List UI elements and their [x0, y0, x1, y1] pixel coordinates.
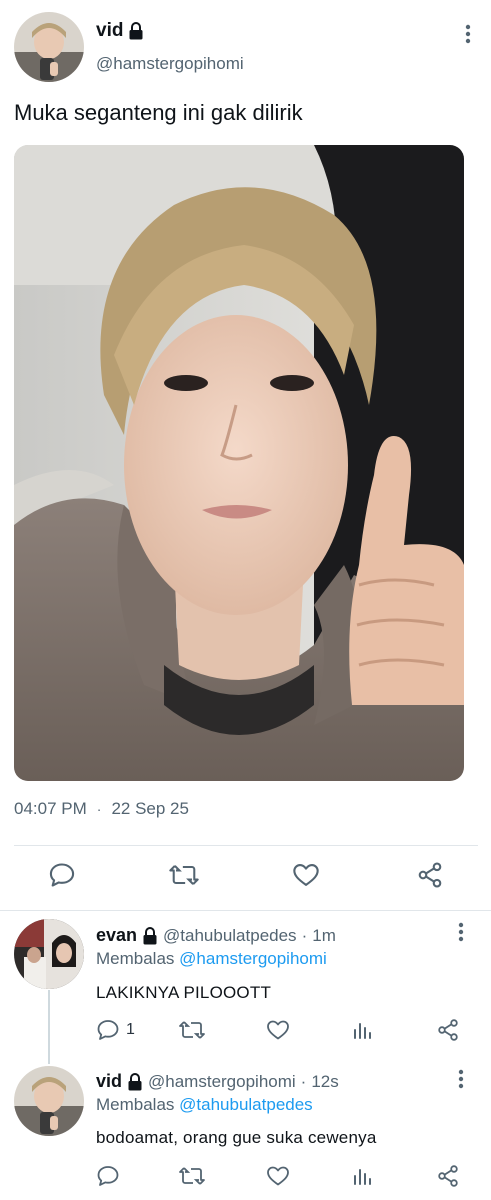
post-time: 04:07 PM — [14, 799, 87, 818]
replying-to-mention[interactable]: @hamstergopihomi — [179, 949, 327, 968]
reply-separator: · — [301, 925, 308, 945]
post-timestamp: 04:07 PM · 22 Sep 25 — [14, 799, 189, 819]
post-display-name[interactable]: vid — [96, 20, 123, 42]
retweet-icon — [178, 1018, 206, 1042]
reply-button[interactable]: 1 — [96, 1018, 135, 1042]
reply-icon — [48, 861, 76, 889]
reply-header: evan @tahubulatpedes · 1m — [96, 925, 336, 946]
reply-count: 1 — [126, 1021, 135, 1038]
reply-button[interactable] — [48, 861, 76, 889]
post-action-bar — [0, 861, 491, 895]
share-button[interactable] — [436, 1018, 460, 1042]
share-icon — [416, 861, 444, 889]
reply-handle[interactable]: @tahubulatpedes — [163, 926, 297, 946]
views-button[interactable] — [352, 1018, 374, 1042]
retweet-button[interactable] — [178, 1164, 206, 1188]
more-vertical-icon[interactable] — [451, 1069, 471, 1089]
retweet-icon — [168, 861, 200, 889]
retweet-icon — [178, 1164, 206, 1188]
share-button[interactable] — [436, 1164, 460, 1188]
retweet-button[interactable] — [178, 1018, 206, 1042]
views-button[interactable] — [352, 1164, 374, 1188]
more-vertical-icon[interactable] — [458, 24, 478, 44]
share-icon — [436, 1018, 460, 1042]
reply-display-name[interactable]: evan — [96, 925, 137, 946]
post-handle[interactable]: @hamstergopihomi — [96, 54, 244, 74]
replying-to: Membalas @tahubulatpedes — [96, 1095, 313, 1115]
divider — [14, 845, 478, 846]
heart-icon — [266, 1018, 290, 1042]
retweet-button[interactable] — [168, 861, 200, 889]
share-icon — [436, 1164, 460, 1188]
post-date: 22 Sep 25 — [111, 799, 189, 818]
reply-text: bodoamat, orang gue suka cewenya — [96, 1128, 377, 1147]
reply-author-avatar[interactable] — [14, 919, 84, 989]
share-button[interactable] — [416, 861, 444, 889]
replying-prefix: Membalas — [96, 949, 175, 968]
reply-button[interactable] — [96, 1164, 126, 1188]
lock-icon — [128, 22, 144, 40]
replying-to-mention[interactable]: @tahubulatpedes — [179, 1095, 313, 1114]
reply-icon — [96, 1018, 120, 1042]
post-text: Muka seganteng ini gak dilirik — [14, 100, 303, 125]
reply-action-bar — [0, 1164, 491, 1190]
like-button[interactable] — [292, 861, 320, 889]
more-vertical-icon[interactable] — [451, 922, 471, 942]
replying-to: Membalas @hamstergopihomi — [96, 949, 327, 969]
reply-handle[interactable]: @hamstergopihomi — [148, 1072, 296, 1092]
reply-header: vid @hamstergopihomi · 12s — [96, 1071, 339, 1092]
like-button[interactable] — [266, 1018, 290, 1042]
replying-prefix: Membalas — [96, 1095, 175, 1114]
divider — [0, 910, 491, 911]
meta-separator: · — [96, 801, 102, 817]
reply-text: LAKIKNYA PILOOOTT — [96, 983, 272, 1002]
post-name-row: vid — [96, 20, 144, 42]
reply-separator: · — [300, 1071, 307, 1091]
views-chart-icon — [352, 1164, 374, 1188]
like-button[interactable] — [266, 1164, 290, 1188]
lock-icon — [127, 1072, 143, 1091]
heart-icon — [266, 1164, 290, 1188]
views-chart-icon — [352, 1018, 374, 1042]
reply-display-name[interactable]: vid — [96, 1071, 122, 1092]
lock-icon — [142, 926, 158, 945]
reply-age: 1m — [312, 925, 336, 945]
reply-icon — [96, 1164, 120, 1188]
heart-icon — [292, 861, 320, 889]
reply-author-avatar[interactable] — [14, 1066, 84, 1136]
reply-action-bar: 1 — [0, 1018, 491, 1044]
post-photo[interactable] — [14, 145, 464, 781]
post-header: vid @hamstergopihomi — [14, 12, 478, 82]
reply-age: 12s — [311, 1071, 339, 1091]
post-author-avatar[interactable] — [14, 12, 84, 82]
